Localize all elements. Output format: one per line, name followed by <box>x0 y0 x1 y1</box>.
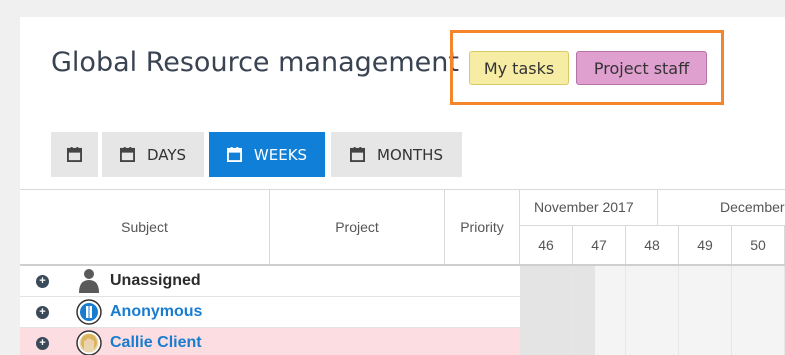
months-label: MONTHS <box>377 145 443 164</box>
user-silhouette-icon <box>79 269 99 293</box>
row-name[interactable]: Anonymous <box>110 303 202 321</box>
months-button[interactable]: MONTHS <box>331 132 462 177</box>
anonymous-avatar <box>76 299 102 325</box>
week-header: 46 <box>520 226 573 264</box>
column-header-project[interactable]: Project <box>270 189 445 264</box>
row-name[interactable]: Callie Client <box>110 334 202 352</box>
timeline-cell <box>732 266 785 355</box>
my-tasks-chip[interactable]: My tasks <box>469 51 569 85</box>
week-label: 46 <box>538 237 554 253</box>
week-label: 49 <box>697 237 713 253</box>
project-staff-label: Project staff <box>593 58 690 78</box>
timeline-cell <box>679 266 732 355</box>
timeline-cell <box>626 266 679 355</box>
page-title: Global Resource management <box>51 47 459 78</box>
month-header: December <box>658 189 785 226</box>
days-button[interactable]: DAYS <box>102 132 204 177</box>
table-row[interactable]: + Anonymous <box>20 297 520 328</box>
week-header: 49 <box>679 226 732 264</box>
expand-icon[interactable]: + <box>36 305 49 319</box>
calendar-icon <box>350 147 366 162</box>
calendar-icon <box>226 147 242 162</box>
row-name: Unassigned <box>110 272 201 289</box>
days-label: DAYS <box>146 145 187 164</box>
week-header: 47 <box>573 226 626 264</box>
weeks-label: WEEKS <box>253 145 308 164</box>
month-label: December <box>720 199 785 215</box>
table-row[interactable]: + Callie Client <box>20 328 520 355</box>
column-header-subject[interactable]: Subject <box>20 189 270 264</box>
timeline-cell <box>573 266 626 355</box>
timeline-cell <box>520 266 573 355</box>
resource-grid: Subject Project Priority November 2017 D… <box>20 189 785 355</box>
subject-header-label: Subject <box>121 218 168 235</box>
project-header-label: Project <box>335 218 379 235</box>
expand-icon[interactable]: + <box>36 336 49 350</box>
week-header: 50 <box>732 226 785 264</box>
week-label: 50 <box>750 237 766 253</box>
timeline-area <box>520 266 785 355</box>
weeks-button[interactable]: WEEKS <box>209 132 325 177</box>
column-header-priority[interactable]: Priority <box>445 189 520 264</box>
calendar-icon <box>119 147 135 162</box>
month-label: November 2017 <box>534 199 634 215</box>
priority-header-label: Priority <box>460 218 504 235</box>
expand-icon[interactable]: + <box>36 274 49 288</box>
my-tasks-label: My tasks <box>483 58 555 78</box>
week-header: 48 <box>626 226 679 264</box>
table-row[interactable]: + Unassigned <box>20 266 520 297</box>
calendar-button[interactable] <box>51 132 98 177</box>
user-photo-avatar <box>76 330 102 355</box>
project-staff-chip[interactable]: Project staff <box>576 51 707 85</box>
main-panel: Global Resource management My tasks Proj… <box>20 17 785 355</box>
week-label: 47 <box>591 237 607 253</box>
week-label: 48 <box>644 237 660 253</box>
calendar-icon <box>67 147 82 162</box>
month-header: November 2017 <box>520 189 658 226</box>
